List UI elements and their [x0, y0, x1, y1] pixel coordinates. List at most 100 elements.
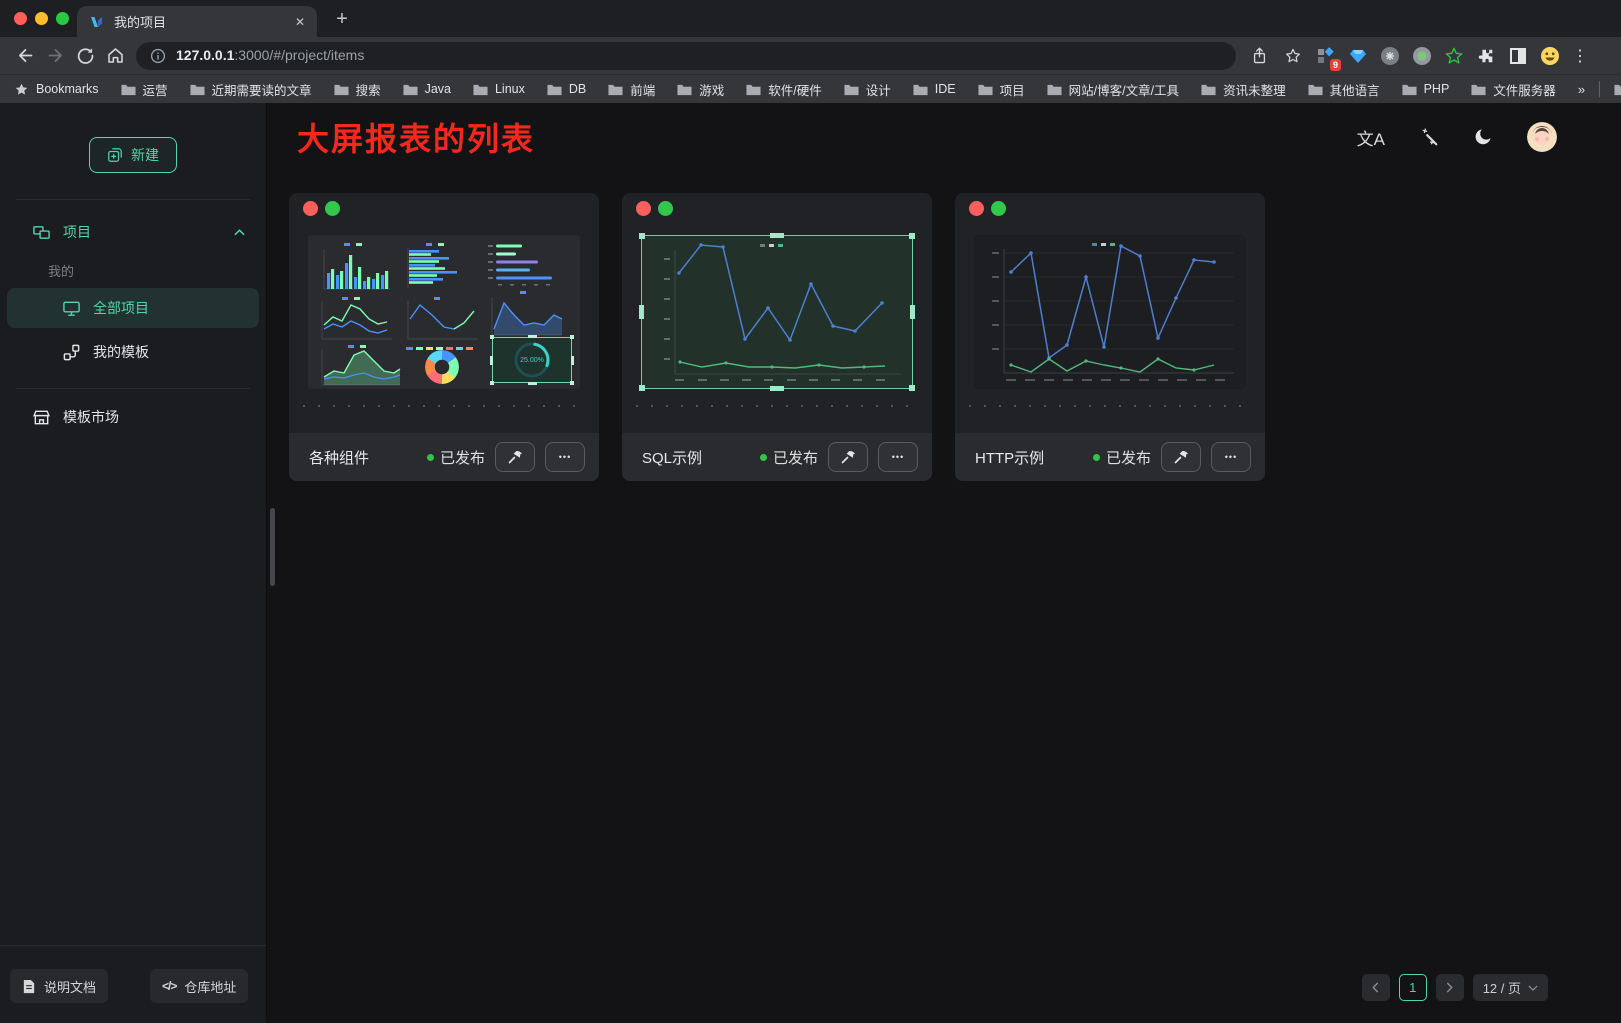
- share-button[interactable]: [1244, 41, 1274, 71]
- theme-wand-icon[interactable]: [1419, 127, 1439, 147]
- edit-button[interactable]: [828, 442, 868, 472]
- folder-icon: [746, 83, 761, 96]
- bookmarks-manager[interactable]: Bookmarks: [14, 82, 99, 97]
- bookmark-folder[interactable]: IDE: [913, 82, 956, 96]
- dark-mode-moon-icon[interactable]: [1473, 127, 1493, 147]
- page-size-select[interactable]: 12 / 页: [1473, 974, 1548, 1001]
- extension-grid[interactable]: 9: [1312, 42, 1340, 70]
- user-avatar[interactable]: [1527, 122, 1557, 152]
- page-header: 大屏报表的列表 文A: [267, 103, 1621, 171]
- sidebar-item-template-market[interactable]: 模板市场: [0, 395, 266, 439]
- sidebar-item-all-projects[interactable]: 全部项目: [7, 288, 259, 328]
- half-square-icon: [1509, 47, 1527, 65]
- bookmarks-divider: [1599, 81, 1600, 97]
- project-name: HTTP示例: [975, 447, 1044, 468]
- bookmark-folder[interactable]: 资讯未整理: [1201, 80, 1286, 99]
- bookmark-folder[interactable]: 近期需要读的文章: [190, 80, 312, 99]
- bookmark-folder[interactable]: 项目: [978, 80, 1025, 99]
- bookmark-folder[interactable]: 其他语言: [1308, 80, 1380, 99]
- macos-minimize-button[interactable]: [35, 12, 48, 25]
- folder-icon: [1402, 83, 1417, 96]
- prev-page-button[interactable]: [1362, 974, 1390, 1001]
- more-button[interactable]: •••: [1211, 442, 1251, 472]
- scrollbar-thumb[interactable]: [270, 508, 275, 586]
- forward-button[interactable]: [40, 41, 70, 71]
- folder-icon: [1201, 83, 1216, 96]
- extension-glyph-circle[interactable]: [1376, 42, 1404, 70]
- donut-chart-icon: [425, 350, 459, 384]
- project-card[interactable]: 25.00% 各种组件 已发布: [289, 193, 599, 481]
- sidebar-item-my-templates[interactable]: 我的模板: [0, 330, 266, 374]
- bookmark-folder[interactable]: 前端: [608, 80, 655, 99]
- bookmark-folder[interactable]: 搜索: [334, 80, 381, 99]
- other-bookmarks[interactable]: 其他书签: [1614, 80, 1621, 99]
- new-project-button[interactable]: 新建: [89, 137, 177, 173]
- back-button[interactable]: [10, 41, 40, 71]
- next-page-button[interactable]: [1436, 974, 1464, 1001]
- browser-menu-button[interactable]: ⋮: [1568, 46, 1592, 66]
- home-button[interactable]: [100, 41, 130, 71]
- chevron-right-icon: [1444, 982, 1455, 993]
- edit-button[interactable]: [1161, 442, 1201, 472]
- bookmark-folder[interactable]: 网站/博客/文章/工具: [1047, 80, 1179, 99]
- extension-emoji[interactable]: [1536, 42, 1564, 70]
- sidebar-divider: [16, 199, 250, 200]
- language-toggle-icon[interactable]: 文A: [1357, 125, 1385, 150]
- card-green-dot-icon: [325, 201, 340, 216]
- macos-window-controls: [14, 12, 69, 25]
- extension-green-star[interactable]: [1440, 42, 1468, 70]
- project-preview[interactable]: [974, 235, 1246, 389]
- bookmarks-overflow-chevron[interactable]: »: [1578, 82, 1585, 97]
- bookmark-folder[interactable]: DB: [547, 82, 586, 96]
- macos-zoom-button[interactable]: [56, 12, 69, 25]
- gauge-value: 25.00%: [493, 357, 571, 364]
- folder-icon: [1047, 83, 1062, 96]
- hammer-icon: [840, 449, 856, 465]
- extensions-puzzle-button[interactable]: [1472, 42, 1500, 70]
- tab-close-icon[interactable]: ✕: [295, 15, 305, 29]
- extension-dark-mode[interactable]: [1504, 42, 1532, 70]
- more-button[interactable]: •••: [878, 442, 918, 472]
- code-icon: </>: [162, 979, 176, 993]
- sidebar-group-project[interactable]: 项目: [0, 210, 266, 254]
- new-tab-button[interactable]: +: [328, 5, 356, 33]
- card-red-dot-icon: [969, 201, 984, 216]
- hammer-icon: [507, 449, 523, 465]
- folder-icon: [403, 83, 418, 96]
- browser-tab[interactable]: 我的项目 ✕: [77, 6, 317, 37]
- new-copy-plus-icon: [107, 147, 123, 163]
- folder-icon: [844, 83, 859, 96]
- flow-nodes-icon: [62, 343, 81, 362]
- card-red-dot-icon: [303, 201, 318, 216]
- reload-button[interactable]: [70, 41, 100, 71]
- address-bar[interactable]: 127.0.0.1:3000/#/project/items: [136, 42, 1236, 70]
- extension-dot-circle[interactable]: [1408, 42, 1436, 70]
- edit-button[interactable]: [495, 442, 535, 472]
- repository-button[interactable]: </> 仓库地址: [150, 969, 248, 1003]
- site-info-icon[interactable]: [150, 48, 166, 64]
- page-number-button[interactable]: 1: [1399, 974, 1427, 1001]
- project-card[interactable]: HTTP示例 已发布 •••: [955, 193, 1265, 481]
- more-button[interactable]: •••: [545, 442, 585, 472]
- extension-badge: 9: [1330, 59, 1341, 71]
- macos-close-button[interactable]: [14, 12, 27, 25]
- card-red-dot-icon: [636, 201, 651, 216]
- bookmark-folder[interactable]: Linux: [473, 82, 525, 96]
- bookmark-folder[interactable]: Java: [403, 82, 451, 96]
- bookmark-folder[interactable]: 游戏: [677, 80, 724, 99]
- project-preview[interactable]: 25.00%: [308, 235, 580, 389]
- smiley-icon: [1540, 46, 1560, 66]
- bookmark-page-button[interactable]: [1278, 41, 1308, 71]
- forward-arrow-icon: [46, 46, 65, 65]
- bookmark-folder[interactable]: PHP: [1402, 82, 1450, 96]
- bookmark-folder[interactable]: 设计: [844, 80, 891, 99]
- project-card[interactable]: SQL示例 已发布 •••: [622, 193, 932, 481]
- extension-gem[interactable]: [1344, 42, 1372, 70]
- bookmark-folder[interactable]: 软件/硬件: [746, 80, 821, 99]
- selected-gauge-widget[interactable]: 25.00%: [492, 337, 572, 383]
- chevron-down-icon: [1528, 983, 1538, 993]
- bookmark-folder[interactable]: 运营: [121, 80, 168, 99]
- project-preview-selected-chart[interactable]: [641, 235, 913, 389]
- docs-button[interactable]: 说明文档: [10, 969, 108, 1003]
- bookmark-folder[interactable]: 文件服务器: [1471, 80, 1556, 99]
